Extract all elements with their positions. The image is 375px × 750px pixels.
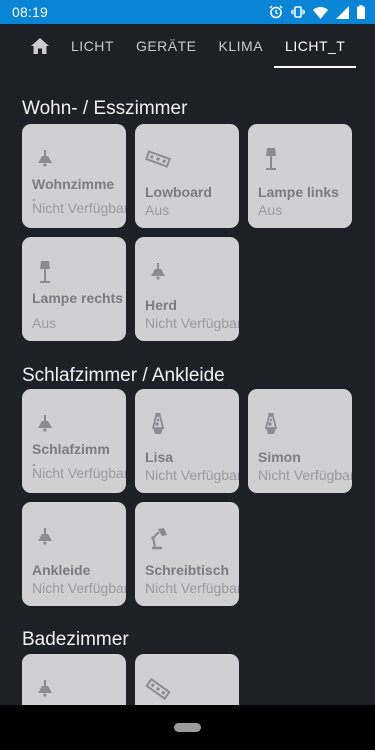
dashboard-content[interactable]: Wohn- / Esszimmer Wohnzimme - Nicht Verf… [0, 68, 375, 705]
tab-klima[interactable]: KLIMA [208, 24, 275, 68]
tab-bar: LICHT GERÄTE KLIMA LICHT_T [0, 24, 375, 68]
light-card-schreibtisch[interactable]: Schreibtisch Nicht Verfügbar [135, 502, 239, 606]
desk-lamp-icon [151, 528, 167, 550]
card-name: Wohnzimme [32, 176, 115, 192]
light-card-lisa[interactable]: Lisa Nicht Verfügbar [135, 389, 239, 493]
section-title: Wohn- / Esszimmer [22, 98, 188, 119]
card-name: Schlafzimm [32, 441, 110, 457]
system-nav-bar [0, 705, 375, 750]
light-card-lampe-links[interactable]: Lampe links Aus [248, 124, 352, 228]
home-icon [31, 38, 49, 54]
card-name: Simon [258, 449, 301, 465]
card-state: Nicht Verfügbar [32, 580, 126, 596]
status-time: 08:19 [12, 4, 49, 20]
battery-icon [357, 5, 365, 19]
tab-licht-t[interactable]: LICHT_T [274, 24, 357, 68]
light-card-lowboard[interactable]: Lowboard Aus [135, 124, 239, 228]
ceiling-lamp-icon [151, 263, 165, 280]
card-state: Aus [32, 315, 57, 331]
vibrate-icon [291, 6, 305, 18]
card-state: Nicht Verfügbar [145, 315, 239, 331]
card-name: Lowboard [145, 184, 212, 200]
card-name: Herd [145, 297, 177, 313]
home-gesture-handle[interactable] [174, 723, 201, 732]
card-name: Ankleide [32, 562, 91, 578]
section-title: Schlafzimmer / Ankleide [22, 365, 225, 386]
section-title: Badezimmer [22, 629, 129, 650]
light-card-herd[interactable]: Herd Nicht Verfügbar [135, 237, 239, 341]
tab-licht[interactable]: LICHT [60, 24, 125, 68]
ceiling-lamp-icon [38, 528, 52, 545]
card-state: Aus [258, 202, 283, 218]
lava-lamp-icon [264, 413, 278, 434]
light-card-simon[interactable]: Simon Nicht Verfügbar [248, 389, 352, 493]
card-state: Nicht Verfügbar [32, 465, 126, 481]
alarm-icon [269, 5, 283, 19]
led-strip-icon [145, 678, 171, 700]
floor-lamp-icon [266, 148, 276, 170]
lava-lamp-icon [151, 413, 165, 434]
light-card-lampe-rechts[interactable]: Lampe rechts Aus [22, 237, 126, 341]
card-state: Aus [145, 202, 170, 218]
tab-home[interactable] [22, 24, 60, 68]
light-card-schlafzimmer[interactable]: Schlafzimm - Nicht Verfügbar [22, 389, 126, 493]
ceiling-lamp-icon [38, 150, 52, 167]
card-name: Schreibtisch [145, 562, 230, 578]
card-name: Lampe rechts [32, 290, 124, 306]
card-state: Nicht Verfügbar [32, 200, 126, 216]
card-state: Nicht Verfügbar [258, 467, 352, 483]
light-card-bad-2[interactable] [135, 654, 239, 705]
card-name: Lampe links [258, 184, 339, 200]
light-card-bad-1[interactable] [22, 654, 126, 705]
card-state: Nicht Verfügbar [145, 580, 239, 596]
ceiling-lamp-icon [38, 415, 52, 432]
tab-geraete[interactable]: GERÄTE [125, 24, 208, 68]
signal-icon [336, 5, 349, 19]
card-state: Nicht Verfügbar [145, 467, 239, 483]
floor-lamp-icon [40, 261, 50, 283]
led-strip-icon [145, 150, 171, 168]
card-name: Lisa [145, 449, 174, 465]
status-icons [269, 5, 365, 19]
light-card-ankleide[interactable]: Ankleide Nicht Verfügbar [22, 502, 126, 606]
status-bar: 08:19 [0, 0, 375, 24]
ceiling-lamp-icon [38, 680, 52, 697]
light-card-wohnzimmer[interactable]: Wohnzimme - Nicht Verfügbar [22, 124, 126, 228]
wifi-icon [313, 6, 328, 19]
